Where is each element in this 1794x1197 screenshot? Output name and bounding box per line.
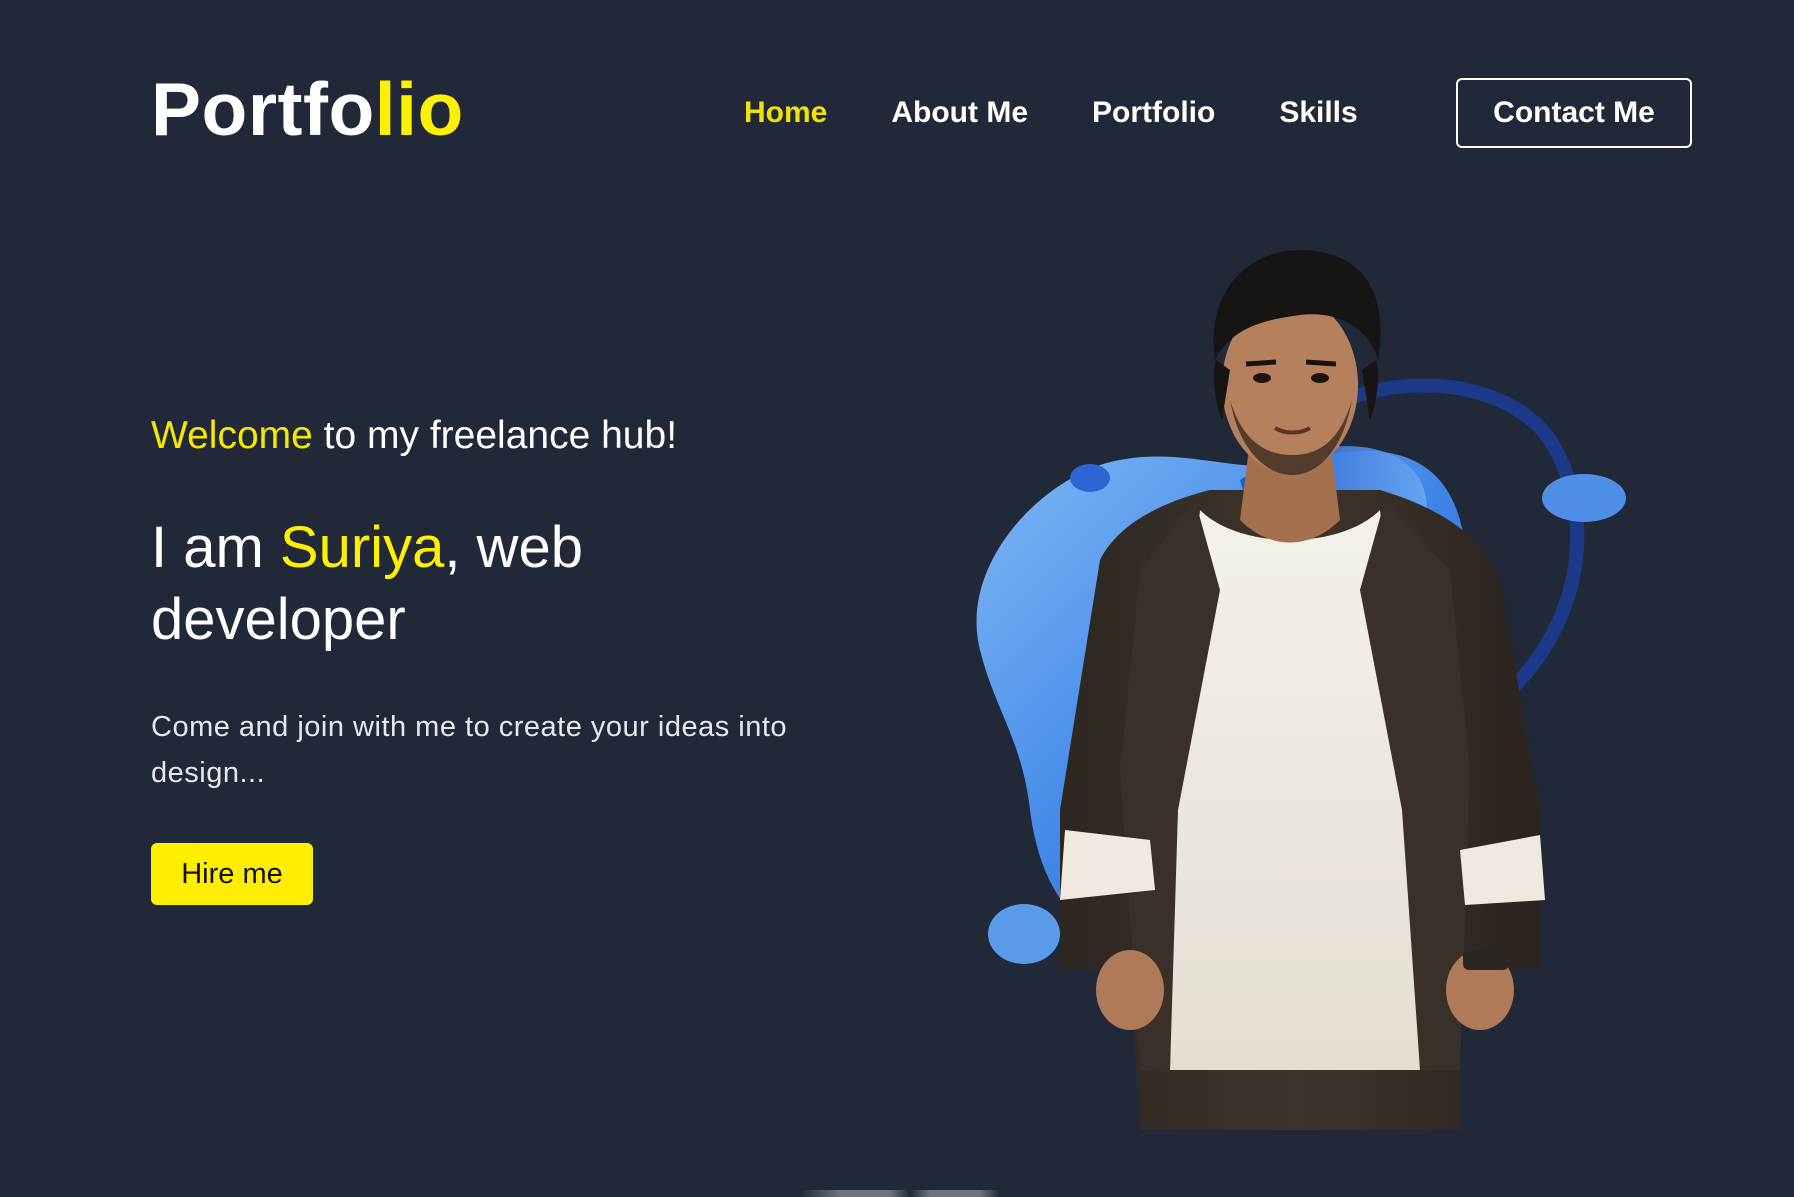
next-section-heading-cut xyxy=(800,1186,1000,1197)
nav-about-link[interactable]: About Me xyxy=(891,96,1028,130)
portfolio-page: Portfolio Home About Me Portfolio Skills… xyxy=(0,0,1794,1197)
nav-skills-link[interactable]: Skills xyxy=(1279,96,1357,130)
logo-main: Portfo xyxy=(151,67,375,151)
hire-me-button[interactable]: Hire me xyxy=(151,843,313,905)
logo[interactable]: Portfolio xyxy=(151,72,464,147)
welcome-accent: Welcome xyxy=(151,414,313,457)
hero-intro: Come and join with me to create your ide… xyxy=(151,711,788,789)
nav-portfolio-link[interactable]: Portfolio xyxy=(1092,96,1215,130)
hero-headline: I am Suriya, web developer xyxy=(151,512,671,656)
nav-home-link[interactable]: Home xyxy=(744,96,827,130)
headline-prefix: I am xyxy=(151,515,280,580)
logo-accent: lio xyxy=(374,67,464,151)
headline-name: Suriya xyxy=(279,515,445,580)
contact-me-button[interactable]: Contact Me xyxy=(1456,78,1692,148)
next-section-heading-shape xyxy=(800,1190,1000,1197)
welcome-text: Welcome to my freelance hub! xyxy=(151,414,677,458)
portrait-photo xyxy=(976,250,1626,1130)
main-nav: Home About Me Portfolio Skills xyxy=(744,96,1358,130)
welcome-rest: to my freelance hub! xyxy=(312,414,678,457)
hero-illustration xyxy=(940,250,1700,1130)
